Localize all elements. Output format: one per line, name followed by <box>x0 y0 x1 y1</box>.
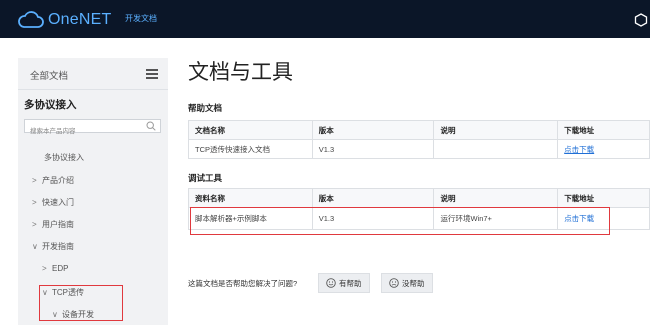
debug-tools-title: 调试工具 <box>188 173 223 183</box>
sidebar-section-title: 多协议接入 <box>24 99 77 111</box>
sidebar-item-label: 用户指南 <box>42 220 74 229</box>
download-link[interactable]: 点击下载 <box>564 145 594 154</box>
sidebar-item-label: EDP <box>52 264 69 273</box>
sidebar-item-label: 快速入门 <box>42 198 74 207</box>
column-header: 下载地址 <box>557 120 650 140</box>
feedback-question: 这篇文档是否帮助您解决了问题? <box>188 279 298 288</box>
chevron-right-icon: > <box>32 220 37 229</box>
chevron-right-icon: > <box>32 198 37 207</box>
hexagon-icon[interactable] <box>634 13 648 27</box>
sidebar-item-label: 开发指南 <box>42 242 74 251</box>
search-input[interactable] <box>25 125 135 138</box>
highlight-box-debug-row <box>190 207 610 235</box>
help-docs-table: 文档名称 版本 说明 下载地址 TCP透传快速接入文档 V1.3 点击下载 <box>188 120 650 159</box>
helpful-button[interactable]: 有帮助 <box>318 273 370 293</box>
sidebar-item-user-guide[interactable]: > 用户指南 <box>32 219 74 230</box>
not-helpful-button[interactable]: 没帮助 <box>381 273 433 293</box>
page-title: 文档与工具 <box>188 61 293 84</box>
sidebar-item-edp[interactable]: > EDP <box>42 264 68 273</box>
column-header: 文档名称 <box>188 120 313 140</box>
chevron-right-icon: > <box>32 176 37 185</box>
top-navbar: OneNET 开发文档 <box>0 0 650 38</box>
menu-icon[interactable] <box>146 69 158 79</box>
chevron-down-icon: ∨ <box>32 242 38 251</box>
help-docs-title: 帮助文档 <box>188 103 223 113</box>
cloud-icon <box>18 11 44 28</box>
table-header-row: 文档名称 版本 说明 下载地址 <box>188 120 650 140</box>
search-icon[interactable] <box>146 121 156 131</box>
column-header: 资料名称 <box>188 188 313 208</box>
table-row: TCP透传快速接入文档 V1.3 点击下载 <box>188 139 650 159</box>
doc-name-cell: TCP透传快速接入文档 <box>188 139 313 159</box>
version-cell: V1.3 <box>311 139 435 159</box>
sidebar-item-label: 多协议接入 <box>44 153 84 162</box>
sidebar-item-quickstart[interactable]: > 快速入门 <box>32 197 74 208</box>
sidebar-item-dev-guide[interactable]: ∨ 开发指南 <box>32 241 74 252</box>
search-box[interactable] <box>24 119 161 138</box>
table-header-row: 资料名称 版本 说明 下载地址 <box>188 188 650 208</box>
column-header: 说明 <box>433 120 559 140</box>
frown-icon <box>389 278 399 288</box>
onenet-logo[interactable]: OneNET <box>18 9 111 31</box>
sidebar-item-label: 产品介绍 <box>42 176 74 185</box>
download-cell: 点击下载 <box>557 139 650 159</box>
logo-text: OneNET <box>48 11 112 28</box>
sidebar-item-intro[interactable]: > 产品介绍 <box>32 175 74 186</box>
sidebar-item-multiprotocol[interactable]: 多协议接入 <box>44 152 84 163</box>
not-helpful-label: 没帮助 <box>402 278 425 288</box>
all-docs-label[interactable]: 全部文档 <box>30 68 68 82</box>
nav-link-dev-docs[interactable]: 开发文档 <box>125 13 157 24</box>
smile-icon <box>326 278 336 288</box>
column-header: 下载地址 <box>557 188 650 208</box>
column-header: 版本 <box>311 120 435 140</box>
helpful-label: 有帮助 <box>339 278 362 288</box>
highlight-box-sidebar <box>39 285 123 321</box>
column-header: 版本 <box>311 188 435 208</box>
sidebar-header: 全部文档 <box>18 58 168 90</box>
chevron-right-icon: > <box>42 264 47 273</box>
description-cell <box>433 139 559 159</box>
column-header: 说明 <box>433 188 559 208</box>
